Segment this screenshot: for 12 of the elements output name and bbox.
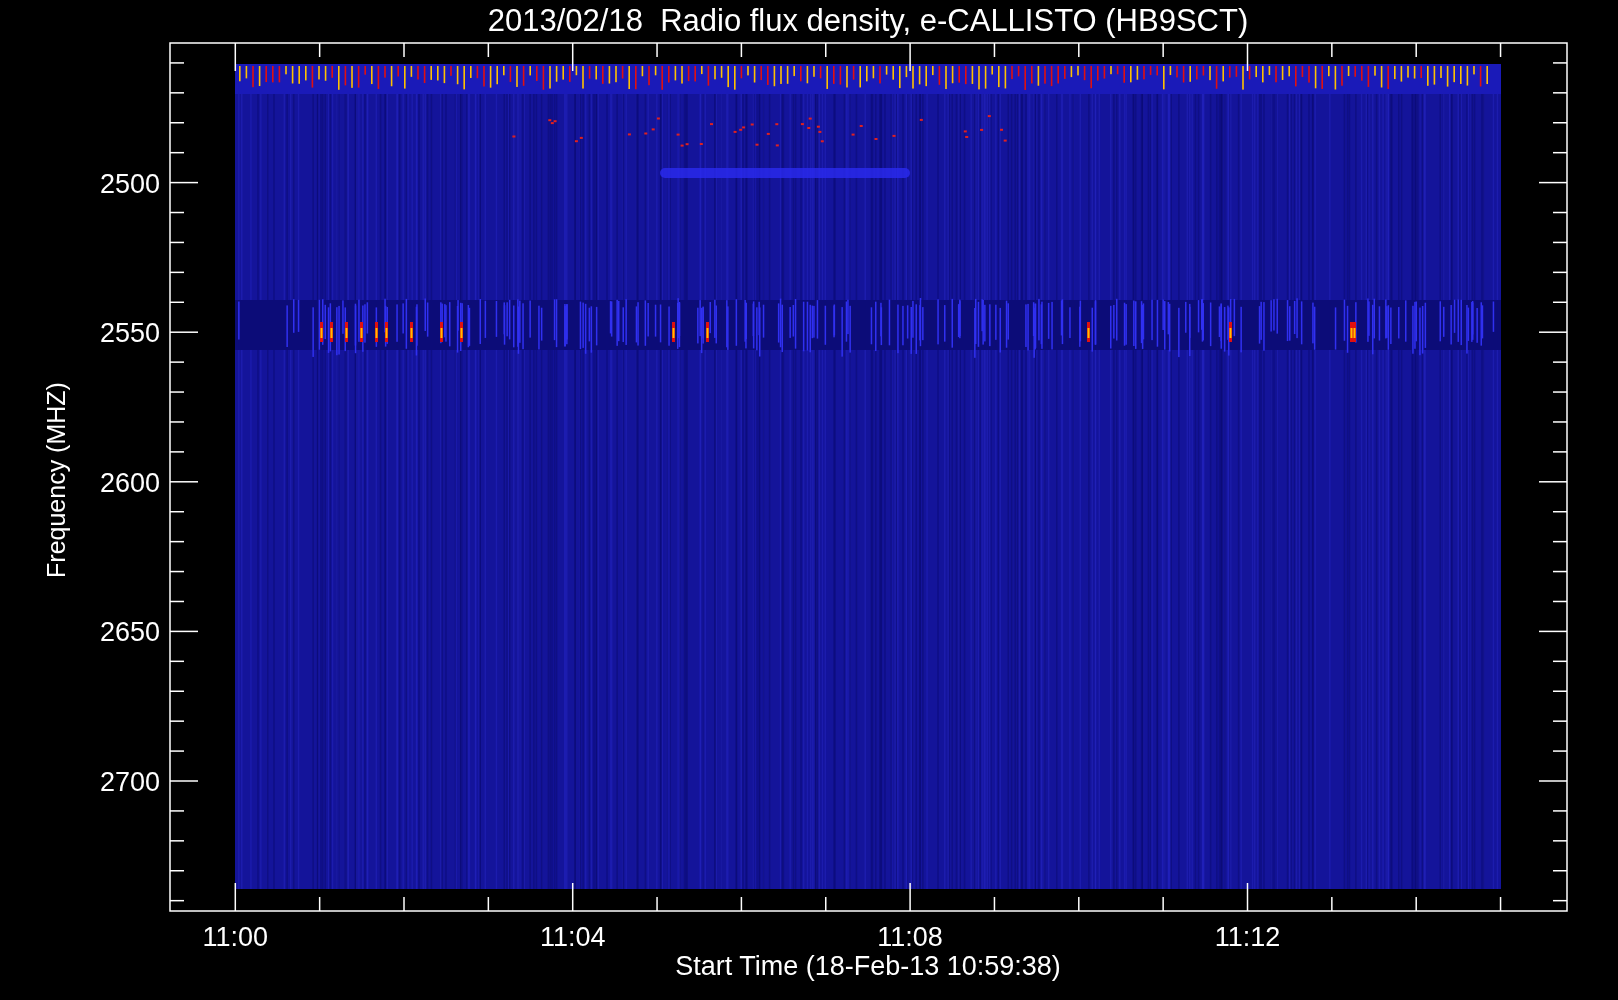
tick-label: 2650 [99,617,160,648]
tick-label: 11:04 [539,922,606,952]
tick-label: 2600 [99,467,160,498]
tick-label: 11:12 [1214,922,1281,952]
tick-label: 2550 [99,318,160,349]
axis-title: Frequency (MHZ) [42,382,70,578]
chart-title: 2013/02/18 Radio flux density, e-CALLISTO (HB9SCT) [487,3,1249,38]
axis-title: Start Time (18-Feb-13 10:59:38) [675,951,1061,981]
tick-label: 2700 [99,767,160,797]
tick-label: 2500 [99,168,160,199]
tick-label: 11:08 [877,922,943,952]
tick-label: 11:00 [202,922,269,952]
